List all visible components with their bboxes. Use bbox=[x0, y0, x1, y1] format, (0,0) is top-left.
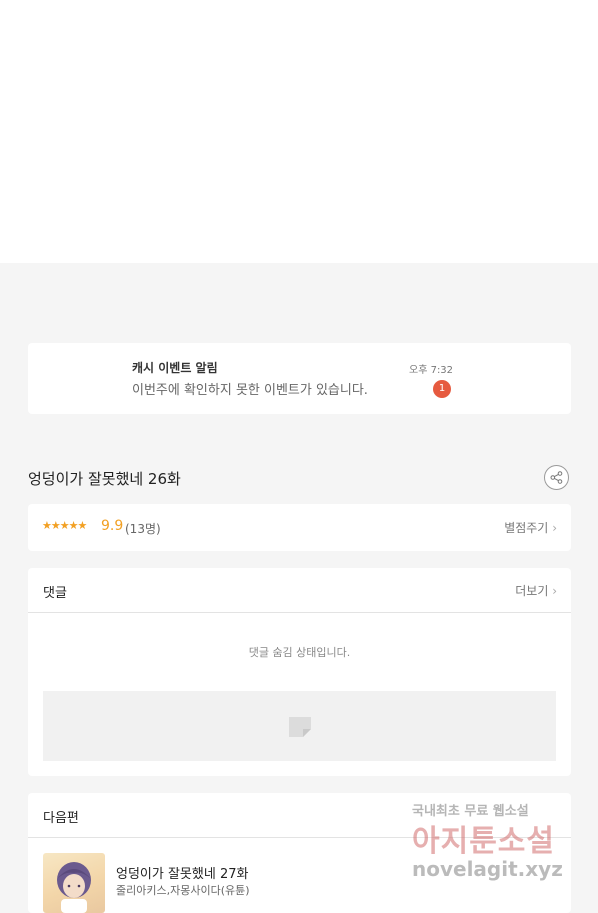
rating-score: 9.9 bbox=[101, 518, 124, 534]
comments-header: 댓글 더보기 › bbox=[28, 568, 571, 613]
rating-card: ★★★★★ 9.9 (13명) 별점주기 › bbox=[28, 504, 571, 551]
notification-badge: 1 bbox=[433, 380, 451, 398]
comments-label: 댓글 bbox=[43, 586, 67, 601]
character-illustration bbox=[57, 862, 91, 913]
share-icon bbox=[550, 471, 563, 484]
next-episode-section: 다음편 엉덩이가 잘못했네 27화 줄리아키스,자몽사이다(유튠) bbox=[28, 793, 571, 913]
rate-button-label: 별점주기 bbox=[504, 521, 549, 535]
next-episode-header: 다음편 bbox=[28, 793, 571, 838]
image-placeholder-icon bbox=[289, 717, 311, 737]
event-notification-card[interactable]: 캐시 이벤트 알림 이번주에 확인하지 못한 이벤트가 있습니다. 오후 7:3… bbox=[28, 343, 571, 414]
ad-placeholder bbox=[43, 691, 556, 761]
comments-section: 댓글 더보기 › 댓글 숨김 상태입니다. bbox=[28, 568, 571, 776]
episode-title: 엉덩이가 잘못했네 26화 bbox=[28, 470, 181, 488]
next-episode-authors: 줄리아키스,자몽사이다(유튠) bbox=[116, 884, 250, 897]
comments-hidden-message: 댓글 숨김 상태입니다. bbox=[248, 646, 351, 659]
next-episode-label: 다음편 bbox=[43, 811, 79, 826]
notification-title: 캐시 이벤트 알림 bbox=[132, 361, 218, 375]
rating-count: (13명) bbox=[125, 522, 161, 536]
notification-time: 오후 7:32 bbox=[409, 365, 454, 376]
next-episode-title[interactable]: 엉덩이가 잘못했네 27화 bbox=[116, 863, 248, 882]
share-button[interactable] bbox=[544, 465, 569, 490]
content-blank-area bbox=[0, 0, 598, 263]
rating-stars: ★★★★★ bbox=[42, 519, 87, 532]
rate-button[interactable]: 별점주기 › bbox=[504, 519, 557, 536]
next-episode-thumbnail[interactable] bbox=[43, 853, 105, 913]
notification-message: 이번주에 확인하지 못한 이벤트가 있습니다. bbox=[132, 383, 368, 398]
chevron-right-icon: › bbox=[552, 584, 557, 598]
chevron-right-icon: › bbox=[552, 521, 557, 535]
comments-more-label: 더보기 bbox=[515, 584, 549, 598]
comments-more-button[interactable]: 더보기 › bbox=[515, 582, 557, 599]
